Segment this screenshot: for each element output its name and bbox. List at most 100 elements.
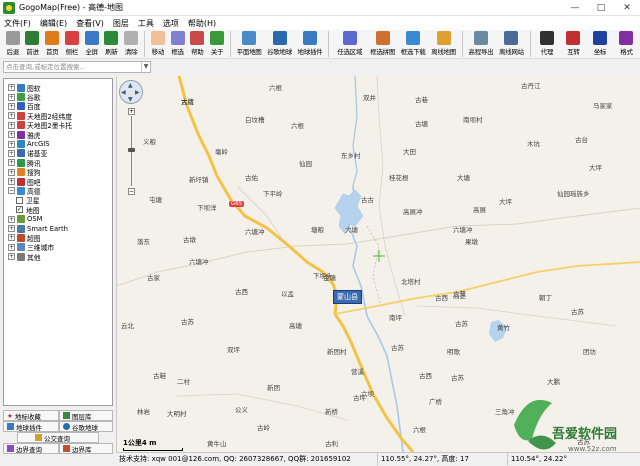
expand-icon[interactable]: + <box>8 243 15 251</box>
expand-icon[interactable]: + <box>8 225 15 233</box>
toolbar-forward-button[interactable]: 前进 <box>23 30 42 56</box>
menu-help[interactable]: 帮助(H) <box>188 18 216 29</box>
zoom-slider[interactable]: + − <box>128 108 135 196</box>
pan-right-icon[interactable]: ▶ <box>135 89 140 96</box>
layer-checkbox[interactable]: ✓ <box>16 206 23 214</box>
toolbar-proxy-button[interactable]: 代理 <box>534 30 560 56</box>
expand-icon[interactable]: + <box>8 168 15 176</box>
search-input[interactable]: 点击查询,或标定位置搜索... ▼ <box>3 61 151 73</box>
about-icon <box>210 31 225 45</box>
expand-icon[interactable]: + <box>8 102 15 110</box>
toolbar-select-button[interactable]: 框选 <box>168 30 187 56</box>
menu-options[interactable]: 选项 <box>163 18 179 29</box>
toolbar-flat-map-button[interactable]: 平面地图 <box>234 30 264 56</box>
expand-icon[interactable]: + <box>8 121 15 129</box>
menu-layer[interactable]: 图层 <box>113 18 129 29</box>
tree-child-item[interactable]: ✓ 地图 <box>4 205 112 215</box>
minimize-button[interactable]: — <box>562 0 588 16</box>
pan-control[interactable]: ▲ ▼ ◀ ▶ <box>119 80 143 104</box>
expand-icon[interactable]: + <box>8 93 15 101</box>
tab-boundary-library[interactable]: 边界库 <box>59 443 113 454</box>
toolbar-hand-button[interactable]: 移动 <box>148 30 167 56</box>
pan-up-icon[interactable]: ▲ <box>128 82 133 89</box>
collapse-icon[interactable]: − <box>8 187 15 195</box>
tree-item[interactable]: + OSM <box>4 214 112 224</box>
menu-view[interactable]: 查看(V) <box>76 18 104 29</box>
menu-edit[interactable]: 编辑(E) <box>40 18 67 29</box>
place-label: 团坊 <box>583 348 596 356</box>
tree-item[interactable]: + ArcGIS <box>4 139 112 149</box>
tree-item[interactable]: + Smart Earth <box>4 224 112 233</box>
menu-file[interactable]: 文件(F) <box>4 18 31 29</box>
zoom-handle[interactable] <box>128 148 135 152</box>
toolbar-google-earth-button[interactable]: 谷歌地球 <box>264 30 294 56</box>
menu-tools[interactable]: 工具 <box>138 18 154 29</box>
toolbar-about-button[interactable]: 关于 <box>207 30 226 56</box>
expand-icon[interactable]: + <box>8 131 15 139</box>
expand-icon[interactable]: + <box>8 253 15 261</box>
expand-icon[interactable]: + <box>8 178 15 186</box>
tree-item[interactable]: − 高德 <box>4 186 112 196</box>
tab-bus-query[interactable]: 公交查询 <box>17 432 99 443</box>
toolbar-offline-map-button[interactable]: 离线地图 <box>428 30 458 56</box>
chevron-down-icon[interactable]: ▼ <box>141 62 150 72</box>
layer-checkbox[interactable] <box>16 196 23 204</box>
close-button[interactable]: ✕ <box>614 0 640 16</box>
tree-item[interactable]: + 诺基亚 <box>4 149 112 158</box>
tree-item[interactable]: + 天地图2墨卡托 <box>4 121 112 130</box>
expand-icon[interactable]: + <box>8 140 15 148</box>
expand-icon[interactable]: + <box>8 149 15 157</box>
toolbar-sidebar-button[interactable]: 侧栏 <box>62 30 81 56</box>
toolbar-offline-site-button[interactable]: 离线网站 <box>496 30 526 56</box>
toolbar-label: 全屏 <box>85 48 98 56</box>
place-label: 古巷 <box>415 96 428 104</box>
toolbar-earth-plugin-button[interactable]: 地球插件 <box>295 30 325 56</box>
place-label: 古西 <box>435 294 448 302</box>
tree-item[interactable]: + 图吧 <box>4 177 112 187</box>
tree-item[interactable]: + 超图 <box>4 233 112 243</box>
toolbar-back-button[interactable]: 后退 <box>3 30 22 56</box>
tree-item[interactable]: + 其他 <box>4 252 112 262</box>
tree-child-item[interactable]: 卫星 <box>4 196 112 205</box>
toolbar-download-button[interactable]: 框选下载 <box>398 30 428 56</box>
tree-item[interactable]: + 天地图2经纬度 <box>4 111 112 121</box>
back-icon <box>5 31 20 45</box>
tree-item[interactable]: + 搜狗 <box>4 168 112 177</box>
toolbar-elevation-button[interactable]: 高程导出 <box>466 30 496 56</box>
tab-boundary-query[interactable]: 边界查询 <box>3 443 59 454</box>
place-label: 古佑 <box>245 174 258 182</box>
maximize-button[interactable]: □ <box>588 0 614 16</box>
place-label: 高展 <box>473 206 486 214</box>
toolbar-clear-button[interactable]: 清除 <box>121 30 140 56</box>
place-label: 大塘 <box>345 226 358 234</box>
expand-icon[interactable]: + <box>8 234 15 242</box>
tree-item[interactable]: + 百度 <box>4 102 112 111</box>
toolbar-coord-button[interactable]: 坐标 <box>587 30 613 56</box>
pan-left-icon[interactable]: ◀ <box>121 89 126 96</box>
expand-icon[interactable]: + <box>8 159 15 167</box>
tree-item[interactable]: + 雅虎 <box>4 130 112 140</box>
expand-icon[interactable]: + <box>8 215 15 223</box>
tree-item[interactable]: + 三维城市 <box>4 243 112 252</box>
tab-google-earth[interactable]: 谷歌地球 <box>59 421 113 432</box>
tree-item[interactable]: + 腾讯 <box>4 158 112 168</box>
toolbar-help-button[interactable]: 帮助 <box>188 30 207 56</box>
tab-layer-library[interactable]: 图层库 <box>59 410 113 421</box>
toolbar-fullscreen-button[interactable]: 全屏 <box>82 30 101 56</box>
tab-earth-plugin[interactable]: 地球插件 <box>3 421 59 432</box>
pan-down-icon[interactable]: ▼ <box>128 96 133 103</box>
toolbar-format-button[interactable]: 格式 <box>613 30 639 56</box>
tree-item[interactable]: + 图软 <box>4 83 112 93</box>
toolbar-region-button[interactable]: 任选区域 <box>332 30 367 56</box>
toolbar-refresh-button[interactable]: 刷新 <box>102 30 121 56</box>
toolbar-convert-button[interactable]: 互转 <box>560 30 586 56</box>
toolbar-mosaic-button[interactable]: 框选拼图 <box>368 30 398 56</box>
tab-landmarks[interactable]: ★ 地标收藏 <box>3 410 59 421</box>
place-label: 桂花根 <box>389 174 409 182</box>
toolbar-home-button[interactable]: 首页 <box>42 30 61 56</box>
tree-item[interactable]: + 谷歌 <box>4 92 112 102</box>
expand-icon[interactable]: + <box>8 112 15 120</box>
expand-icon[interactable]: + <box>8 84 15 92</box>
zoom-in-button[interactable]: + <box>128 108 135 115</box>
zoom-out-button[interactable]: − <box>128 188 135 195</box>
